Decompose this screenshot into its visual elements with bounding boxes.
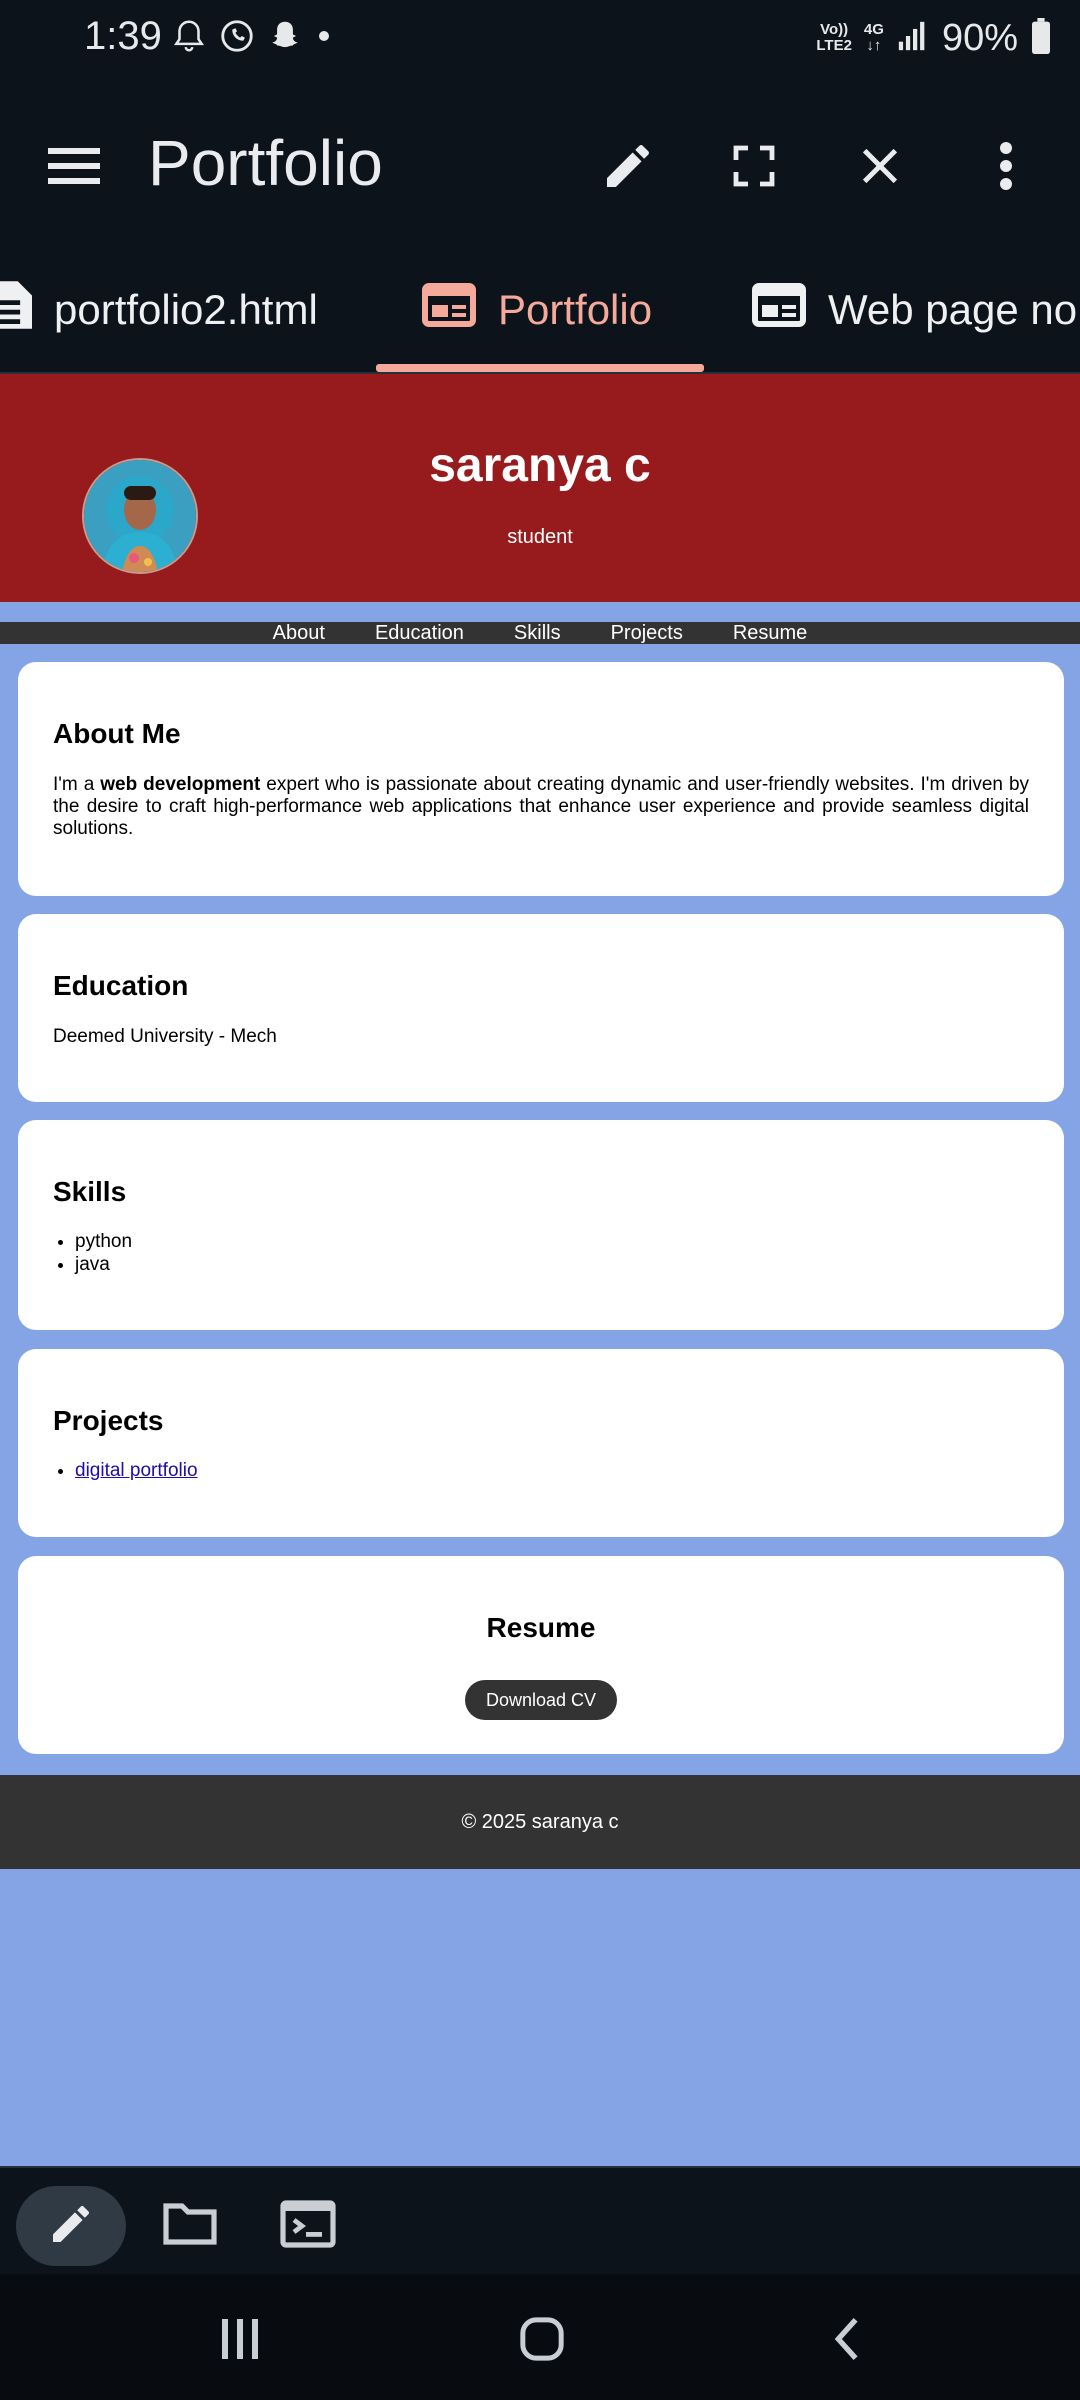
whatsapp-icon xyxy=(218,16,256,61)
download-cv-button[interactable]: Download CV xyxy=(465,1680,617,1720)
list-item: digital portfolio xyxy=(75,1459,198,1482)
education-text: Deemed University - Mech xyxy=(53,1026,277,1047)
nav-link-education[interactable]: Education xyxy=(375,622,464,644)
bell-icon xyxy=(170,16,208,61)
edit-mode-button[interactable] xyxy=(16,2186,126,2266)
folder-icon xyxy=(162,2200,218,2253)
document-icon xyxy=(0,281,32,339)
terminal-button[interactable] xyxy=(268,2186,348,2266)
about-text: I'm a web development expert who is pass… xyxy=(53,774,1029,840)
battery-text: 90% xyxy=(941,16,1018,59)
menu-icon[interactable] xyxy=(38,130,110,202)
terminal-icon xyxy=(280,2199,336,2253)
recent-apps-icon[interactable] xyxy=(210,2312,270,2366)
about-section: About Me I'm a web development expert wh… xyxy=(18,662,1064,896)
pencil-icon xyxy=(47,2200,95,2253)
tab-label: Portfolio xyxy=(498,286,653,333)
snapchat-icon xyxy=(266,16,304,61)
home-icon[interactable] xyxy=(512,2312,572,2366)
dot-icon xyxy=(314,16,334,61)
status-bar: 1:39 Vo)) LTE2 4G ↓↑ 90% xyxy=(0,0,1080,78)
active-tab-indicator xyxy=(376,364,704,372)
volte-indicator: Vo)) LTE2 xyxy=(816,22,852,54)
about-text-intro: I'm a xyxy=(53,774,101,795)
skills-list: python java xyxy=(53,1230,132,1276)
lte-label: LTE2 xyxy=(816,37,852,54)
list-item: python xyxy=(75,1230,132,1253)
data-arrows-icon: ↓↑ xyxy=(866,37,882,54)
data-type-label: 4G xyxy=(863,21,884,38)
education-heading: Education xyxy=(53,970,189,1001)
files-button[interactable] xyxy=(150,2186,230,2266)
resume-section: Resume Download CV xyxy=(18,1556,1064,1754)
notification-icons xyxy=(170,18,334,58)
tab-label: Web page no.. xyxy=(828,286,1080,333)
web-preview[interactable]: saranya c student About Education Skills… xyxy=(0,374,1080,2166)
close-icon[interactable] xyxy=(844,130,916,202)
data-indicator: 4G ↓↑ xyxy=(864,22,884,54)
nav-link-projects[interactable]: Projects xyxy=(611,622,683,644)
system-nav-bar xyxy=(0,2274,1080,2400)
resume-heading: Resume xyxy=(486,1612,596,1643)
tab-label: portfolio2.html xyxy=(54,286,318,333)
tab-portfolio2-html[interactable]: portfolio2.html xyxy=(0,248,318,372)
projects-section: Projects digital portfolio xyxy=(18,1349,1064,1537)
system-icons: Vo)) LTE2 4G ↓↑ 90% xyxy=(816,16,1052,60)
app-bar: Portfolio xyxy=(0,78,1080,248)
site-nav: About Education Skills Projects Resume xyxy=(0,622,1080,644)
skills-section: Skills python java xyxy=(18,1120,1064,1330)
more-options-icon[interactable] xyxy=(970,130,1042,202)
signal-icon xyxy=(896,19,930,58)
nav-link-skills[interactable]: Skills xyxy=(514,622,561,644)
header-banner: saranya c student xyxy=(0,374,1080,602)
tab-web-page[interactable]: Web page no.. xyxy=(752,248,1080,372)
site-footer: © 2025 saranya c xyxy=(0,1775,1080,1869)
edit-icon[interactable] xyxy=(592,130,664,202)
tab-portfolio[interactable]: Portfolio xyxy=(422,248,652,372)
projects-heading: Projects xyxy=(53,1405,164,1436)
profile-role: student xyxy=(507,526,573,548)
fullscreen-icon[interactable] xyxy=(718,130,790,202)
app-title: Portfolio xyxy=(148,127,383,199)
profile-name: saranya c xyxy=(429,439,651,492)
skills-heading: Skills xyxy=(53,1176,127,1207)
list-item: java xyxy=(75,1253,132,1276)
projects-list: digital portfolio xyxy=(53,1459,198,1482)
volte-label: Vo)) xyxy=(820,21,849,38)
education-section: Education Deemed University - Mech xyxy=(18,914,1064,1102)
tab-bar: portfolio2.html Portfolio Web page no.. xyxy=(0,248,1080,374)
nav-link-about[interactable]: About xyxy=(273,622,325,644)
back-icon[interactable] xyxy=(816,2312,876,2366)
battery-icon xyxy=(1030,17,1052,59)
editor-toolbar xyxy=(0,2166,1080,2276)
project-link[interactable]: digital portfolio xyxy=(75,1460,198,1481)
status-time: 1:39 xyxy=(84,14,162,58)
about-heading: About Me xyxy=(53,718,181,749)
nav-link-resume[interactable]: Resume xyxy=(733,622,807,644)
webpage-icon xyxy=(422,283,476,337)
webpage-icon xyxy=(752,283,806,337)
about-text-emphasis: web development xyxy=(100,774,261,795)
